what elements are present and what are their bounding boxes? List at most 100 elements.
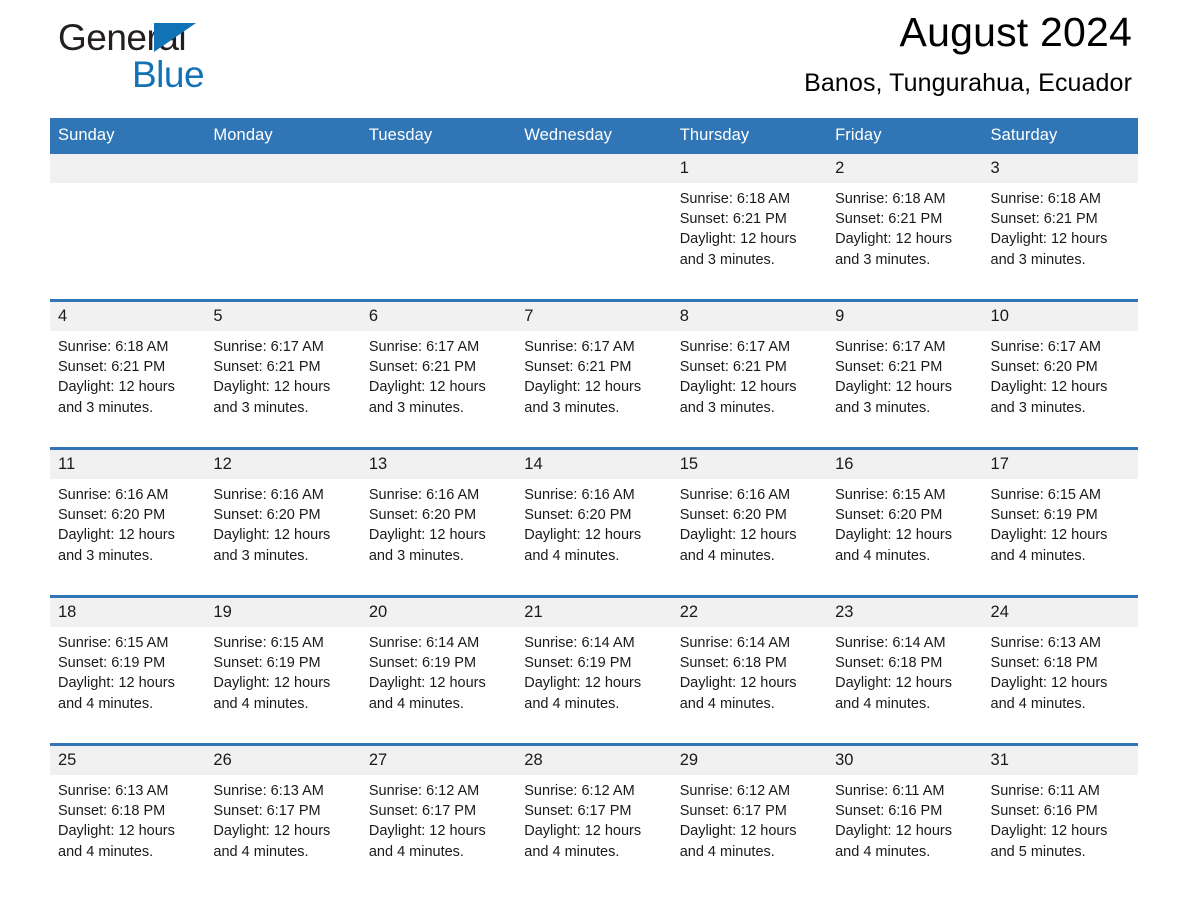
day-number-21[interactable]: 21 — [516, 595, 672, 627]
day-detail-lines: Sunrise: 6:16 AM Sunset: 6:20 PM Daylight:… — [58, 485, 195, 566]
day-cell-27[interactable]: Sunrise: 6:12 AM Sunset: 6:17 PM Daylight:… — [360, 775, 517, 891]
general-blue-logo[interactable]: General Blue — [58, 16, 318, 102]
day-detail-lines: Sunrise: 6:13 AM Sunset: 6:18 PM Daylight:… — [58, 781, 195, 862]
day-number-28[interactable]: 28 — [516, 743, 672, 775]
day-cell-10[interactable]: Sunrise: 6:17 AM Sunset: 6:20 PM Daylight:… — [982, 331, 1138, 449]
day-cell-5[interactable]: Sunrise: 6:17 AM Sunset: 6:21 PM Daylight:… — [205, 331, 361, 449]
day-number-11[interactable]: 11 — [50, 447, 206, 479]
daylight-text-cont: and 4 minutes. — [58, 843, 154, 860]
day-detail-lines: Sunrise: 6:14 AM Sunset: 6:18 PM Daylight:… — [835, 633, 972, 714]
day-number-14[interactable]: 14 — [516, 447, 672, 479]
sunrise-text: Sunrise: 6:17 AM — [368, 339, 480, 355]
daylight-text: Daylight: 12 hours — [990, 231, 1108, 248]
sunrise-text: Sunrise: 6:17 AM — [679, 339, 791, 355]
day-number-16[interactable]: 16 — [827, 447, 983, 479]
day-cell-28[interactable]: Sunrise: 6:12 AM Sunset: 6:17 PM Daylight:… — [516, 775, 672, 891]
day-cell-9[interactable]: Sunrise: 6:17 AM Sunset: 6:21 PM Daylight:… — [827, 331, 983, 449]
day-cell-1[interactable]: Sunrise: 6:18 AM Sunset: 6:21 PM Daylight:… — [671, 183, 828, 301]
day-number-6[interactable]: 6 — [360, 299, 517, 331]
day-cell-22[interactable]: Sunrise: 6:14 AM Sunset: 6:18 PM Daylight:… — [671, 627, 828, 745]
day-number-23[interactable]: 23 — [827, 595, 983, 627]
weekday-header-saturday: Saturday — [982, 118, 1138, 154]
day-cell-15[interactable]: Sunrise: 6:16 AM Sunset: 6:20 PM Daylight:… — [671, 479, 828, 597]
day-detail-lines: Sunrise: 6:16 AM Sunset: 6:20 PM Daylight:… — [369, 485, 506, 566]
day-cell-30[interactable]: Sunrise: 6:11 AM Sunset: 6:16 PM Daylight:… — [827, 775, 983, 891]
day-number-10[interactable]: 10 — [982, 299, 1138, 331]
day-detail-lines: Sunrise: 6:18 AM Sunset: 6:21 PM Daylight:… — [680, 189, 817, 270]
day-cell-29[interactable]: Sunrise: 6:12 AM Sunset: 6:17 PM Daylight:… — [671, 775, 828, 891]
day-number-7[interactable]: 7 — [516, 299, 672, 331]
sunrise-text: Sunrise: 6:13 AM — [58, 783, 169, 799]
day-number-20[interactable]: 20 — [360, 595, 517, 627]
day-number-15[interactable]: 15 — [671, 447, 828, 479]
daylight-text: Daylight: 12 hours — [213, 527, 331, 544]
daylight-text: Daylight: 12 hours — [524, 675, 642, 692]
day-number-30[interactable]: 30 — [827, 743, 983, 775]
day-cell-18[interactable]: Sunrise: 6:15 AM Sunset: 6:19 PM Daylight:… — [50, 627, 206, 745]
day-number-4[interactable]: 4 — [50, 299, 206, 331]
day-number-8[interactable]: 8 — [671, 299, 828, 331]
day-number-3[interactable]: 3 — [982, 154, 1138, 183]
daylight-text: Daylight: 12 hours — [58, 527, 175, 544]
day-number-18[interactable]: 18 — [50, 595, 206, 627]
day-number-13[interactable]: 13 — [360, 447, 517, 479]
daylight-text: Daylight: 12 hours — [835, 675, 952, 692]
day-number-5[interactable]: 5 — [205, 299, 361, 331]
daylight-text: Daylight: 12 hours — [835, 231, 952, 248]
week-detail-row: Sunrise: 6:15 AM Sunset: 6:19 PM Daylight:… — [50, 627, 1138, 745]
day-cell-21[interactable]: Sunrise: 6:14 AM Sunset: 6:19 PM Daylight:… — [516, 627, 672, 745]
daylight-text-cont: and 4 minutes. — [679, 547, 775, 564]
sunset-text: Sunset: 6:17 PM — [368, 803, 477, 820]
day-cell-23[interactable]: Sunrise: 6:14 AM Sunset: 6:18 PM Daylight:… — [827, 627, 983, 745]
day-cell-11[interactable]: Sunrise: 6:16 AM Sunset: 6:20 PM Daylight:… — [50, 479, 206, 597]
daylight-text: Daylight: 12 hours — [679, 823, 797, 840]
day-cell-25[interactable]: Sunrise: 6:13 AM Sunset: 6:18 PM Daylight:… — [50, 775, 206, 891]
sunrise-text: Sunrise: 6:14 AM — [368, 635, 480, 651]
day-cell-16[interactable]: Sunrise: 6:15 AM Sunset: 6:20 PM Daylight:… — [827, 479, 983, 597]
daylight-text-cont: and 5 minutes. — [990, 843, 1086, 860]
day-detail-lines: Sunrise: 6:18 AM Sunset: 6:21 PM Daylight:… — [991, 189, 1128, 270]
day-cell-26[interactable]: Sunrise: 6:13 AM Sunset: 6:17 PM Daylight:… — [205, 775, 361, 891]
day-cell-31[interactable]: Sunrise: 6:11 AM Sunset: 6:16 PM Daylight:… — [982, 775, 1138, 891]
day-number-17[interactable]: 17 — [982, 447, 1138, 479]
day-number-19[interactable]: 19 — [205, 595, 361, 627]
day-cell-13[interactable]: Sunrise: 6:16 AM Sunset: 6:20 PM Daylight:… — [360, 479, 517, 597]
week-date-number-row: 11 12 13 14 15 16 17 — [50, 447, 1138, 479]
day-detail-lines: Sunrise: 6:17 AM Sunset: 6:20 PM Daylight:… — [991, 337, 1128, 418]
day-detail-lines: Sunrise: 6:15 AM Sunset: 6:19 PM Daylight:… — [58, 633, 195, 714]
logo-word-blue: Blue — [132, 54, 205, 95]
day-cell-3[interactable]: Sunrise: 6:18 AM Sunset: 6:21 PM Daylight:… — [982, 183, 1138, 301]
day-cell-12[interactable]: Sunrise: 6:16 AM Sunset: 6:20 PM Daylight:… — [205, 479, 361, 597]
daylight-text-cont: and 4 minutes. — [213, 843, 309, 860]
day-detail-lines: Sunrise: 6:18 AM Sunset: 6:21 PM Daylight:… — [58, 337, 195, 418]
day-cell-14[interactable]: Sunrise: 6:16 AM Sunset: 6:20 PM Daylight:… — [516, 479, 672, 597]
day-cell-4[interactable]: Sunrise: 6:18 AM Sunset: 6:21 PM Daylight:… — [50, 331, 206, 449]
day-number-27[interactable]: 27 — [360, 743, 517, 775]
sunset-text: Sunset: 6:20 PM — [213, 507, 321, 524]
day-number-2[interactable]: 2 — [827, 154, 983, 183]
day-number-24[interactable]: 24 — [982, 595, 1138, 627]
day-number-31[interactable]: 31 — [982, 743, 1138, 775]
day-cell-17[interactable]: Sunrise: 6:15 AM Sunset: 6:19 PM Daylight:… — [982, 479, 1138, 597]
day-number-29[interactable]: 29 — [671, 743, 828, 775]
day-cell-2[interactable]: Sunrise: 6:18 AM Sunset: 6:21 PM Daylight:… — [827, 183, 983, 301]
day-number-25[interactable]: 25 — [50, 743, 206, 775]
day-detail-lines: Sunrise: 6:11 AM Sunset: 6:16 PM Daylight:… — [835, 781, 972, 862]
day-cell-19[interactable]: Sunrise: 6:15 AM Sunset: 6:19 PM Daylight:… — [205, 627, 361, 745]
day-number-26[interactable]: 26 — [205, 743, 361, 775]
sunset-text: Sunset: 6:16 PM — [835, 803, 943, 820]
day-cell-20[interactable]: Sunrise: 6:14 AM Sunset: 6:19 PM Daylight:… — [360, 627, 517, 745]
day-number-1[interactable]: 1 — [671, 154, 828, 183]
day-cell-6[interactable]: Sunrise: 6:17 AM Sunset: 6:21 PM Daylight:… — [360, 331, 517, 449]
day-detail-lines: Sunrise: 6:15 AM Sunset: 6:20 PM Daylight:… — [835, 485, 972, 566]
sunrise-text: Sunrise: 6:15 AM — [58, 635, 169, 651]
day-cell-8[interactable]: Sunrise: 6:17 AM Sunset: 6:21 PM Daylight:… — [671, 331, 828, 449]
day-number-12[interactable]: 12 — [205, 447, 361, 479]
day-number-22[interactable]: 22 — [671, 595, 828, 627]
day-cell-7[interactable]: Sunrise: 6:17 AM Sunset: 6:21 PM Daylight:… — [516, 331, 672, 449]
week-detail-row: Sunrise: 6:13 AM Sunset: 6:18 PM Daylight:… — [50, 775, 1138, 891]
day-cell-24[interactable]: Sunrise: 6:13 AM Sunset: 6:18 PM Daylight:… — [982, 627, 1138, 745]
daylight-text-cont: and 3 minutes. — [990, 251, 1086, 268]
day-number-9[interactable]: 9 — [827, 299, 983, 331]
week-date-number-row: 25 26 27 28 29 30 31 — [50, 743, 1138, 775]
